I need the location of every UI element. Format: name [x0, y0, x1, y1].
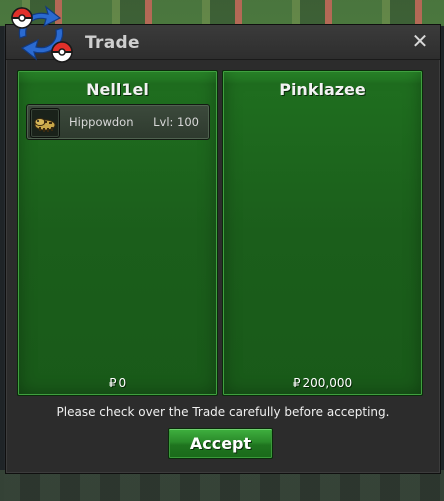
right-player-name: Pinklazee: [279, 80, 366, 99]
game-edge-left: [0, 26, 4, 501]
trade-swap-icon: [11, 5, 73, 63]
game-map-bottom: [0, 470, 444, 501]
item-level: Lvl: 100: [153, 115, 199, 129]
left-player-name: Nell1el: [86, 80, 149, 99]
right-money: ₽200,000: [223, 376, 422, 390]
pokedollar-icon: ₽: [108, 376, 117, 390]
pokedollar-icon: ₽: [292, 376, 301, 390]
left-money: ₽0: [18, 376, 217, 390]
item-name: Hippowdon: [69, 115, 134, 129]
trade-item-slot[interactable]: Hippowdon Lvl: 100: [26, 104, 210, 140]
close-icon[interactable]: ✕: [411, 31, 429, 51]
right-trade-panel: Pinklazee ₽200,000: [222, 70, 423, 396]
left-trade-panel: Nell1el Hippowdon Lvl: 100 ₽0: [17, 70, 218, 396]
trade-notice: Please check over the Trade carefully be…: [56, 405, 390, 419]
right-money-value: 200,000: [302, 376, 353, 390]
left-money-value: 0: [118, 376, 127, 390]
accept-button[interactable]: Accept: [168, 428, 273, 459]
trade-window: Trade ✕ Nell1el Hippowdon Lvl: 100 ₽ 0 P…: [5, 24, 441, 474]
hippowdon-sprite-icon: [30, 108, 60, 138]
window-title: Trade: [85, 33, 140, 53]
